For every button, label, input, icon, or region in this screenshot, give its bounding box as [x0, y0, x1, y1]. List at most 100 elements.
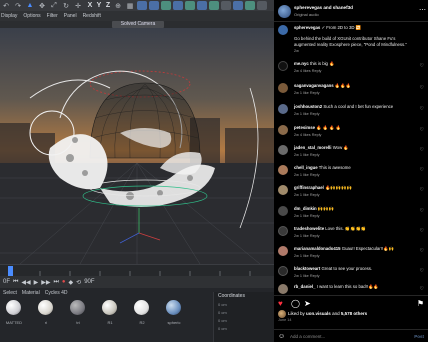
menu-filter[interactable]: Filter — [47, 13, 58, 19]
heart-icon[interactable]: ♥ — [278, 299, 283, 308]
menu-options[interactable]: Options — [23, 13, 40, 19]
avatar[interactable] — [278, 5, 291, 18]
rotate-tool-icon[interactable]: ↻ — [60, 0, 72, 11]
comment-user[interactable]: griffinsraphael — [294, 185, 324, 190]
comment-icon[interactable]: ◯ — [291, 299, 300, 308]
material-swatch[interactable] — [38, 300, 53, 315]
comment-user[interactable]: blacktoweart — [294, 266, 320, 271]
redo-icon[interactable]: ↷ — [12, 0, 24, 11]
like-heart-icon[interactable]: ♡ — [420, 187, 424, 193]
like-heart-icon[interactable]: ♡ — [420, 147, 424, 153]
record-button[interactable]: ● — [62, 279, 66, 285]
avatar[interactable] — [278, 145, 288, 155]
x-axis-toggle[interactable]: X — [86, 2, 94, 9]
last-frame-button[interactable]: ⏭ — [54, 279, 59, 286]
material-swatch[interactable] — [102, 300, 117, 315]
avatar[interactable] — [278, 61, 288, 71]
scale-tool-icon[interactable]: ⤢ — [48, 0, 60, 11]
comment-input[interactable]: Add a comment... — [290, 334, 325, 339]
avatar[interactable] — [278, 284, 288, 294]
loop-button[interactable]: ⟲ — [76, 279, 81, 286]
render-view-icon[interactable]: ▦ — [124, 0, 136, 11]
likes-count[interactable]: 5,578 others — [341, 311, 367, 316]
comment-user[interactable]: marianamaldonado415 — [294, 246, 341, 251]
coord-value[interactable]: 0 cm — [218, 326, 227, 331]
avatar[interactable] — [278, 104, 288, 114]
like-heart-icon[interactable]: ♡ — [420, 268, 424, 274]
like-heart-icon[interactable]: ♡ — [420, 286, 424, 292]
coord-value[interactable]: 0 cm — [218, 310, 227, 315]
like-heart-icon[interactable]: ♡ — [420, 127, 424, 133]
like-heart-icon[interactable]: ♡ — [420, 106, 424, 112]
comment-user[interactable]: jaden_stal_morelli — [294, 145, 332, 150]
avatar[interactable] — [278, 25, 288, 35]
material-swatch[interactable] — [70, 300, 85, 315]
comment-user[interactable]: joshhouston2 — [294, 104, 322, 109]
z-axis-toggle[interactable]: Z — [104, 2, 112, 9]
floor-icon[interactable] — [221, 1, 231, 10]
avatar[interactable] — [278, 185, 288, 195]
transform-tool-icon[interactable]: ✛ — [72, 0, 84, 11]
avatar[interactable] — [278, 83, 288, 93]
likes-summary[interactable]: Liked by uon.visuals and 5,578 others — [288, 311, 367, 316]
avatar[interactable] — [278, 310, 286, 318]
comment-user[interactable]: rb_daniel_ — [294, 284, 316, 289]
bookmark-icon[interactable]: ⚑ — [417, 299, 424, 308]
next-key-button[interactable]: ▶▶ — [41, 279, 50, 286]
coord-value[interactable]: 0 cm — [218, 302, 227, 307]
comment-user[interactable]: chell_ingue — [294, 165, 318, 170]
post-button[interactable]: Post — [414, 334, 424, 339]
undo-icon[interactable]: ↶ — [0, 0, 12, 11]
first-frame-button[interactable]: ⏮ — [13, 279, 18, 286]
comment-user[interactable]: saganvaganvagans — [294, 83, 334, 88]
material-swatch[interactable] — [134, 300, 149, 315]
like-heart-icon[interactable]: ♡ — [420, 228, 424, 234]
avatar[interactable] — [278, 226, 288, 236]
comment-user[interactable]: dm_dimkin — [294, 206, 317, 211]
material-swatch[interactable] — [6, 300, 21, 315]
like-heart-icon[interactable]: ♡ — [420, 85, 424, 91]
more-icon[interactable]: ⋯ — [419, 6, 426, 14]
sky-icon[interactable] — [257, 1, 267, 10]
emoji-icon[interactable]: ☺ — [278, 333, 285, 340]
comment-user[interactable]: petesimse — [294, 125, 315, 130]
like-heart-icon[interactable]: ♡ — [420, 167, 424, 173]
avatar[interactable] — [278, 266, 288, 276]
tab-select[interactable]: Select — [3, 290, 17, 296]
menu-panel[interactable]: Panel — [64, 13, 77, 19]
comment-user[interactable]: tradeshowelite — [294, 226, 324, 231]
like-heart-icon[interactable]: ♡ — [420, 63, 424, 69]
render-settings-icon[interactable] — [149, 1, 159, 10]
menu-display[interactable]: Display — [1, 13, 17, 19]
comment-user[interactable]: spherevegas — [294, 25, 320, 30]
post-author[interactable]: spherevegas and shanef3d — [294, 5, 353, 10]
prev-key-button[interactable]: ◀◀ — [21, 279, 30, 286]
like-heart-icon[interactable]: ♡ — [420, 248, 424, 254]
share-icon[interactable]: ➤ — [304, 299, 311, 308]
avatar[interactable] — [278, 246, 288, 256]
subdivision-icon[interactable] — [185, 1, 195, 10]
menu-redshift[interactable]: Redshift — [83, 13, 101, 19]
avatar[interactable] — [278, 125, 288, 135]
key-button[interactable]: ◆ — [69, 279, 74, 286]
likes-user[interactable]: uon.visuals — [306, 311, 331, 316]
tab-cycles[interactable]: Cycles 4D — [45, 290, 68, 296]
like-heart-icon[interactable]: ♡ — [420, 208, 424, 214]
play-button[interactable]: ▶ — [34, 279, 39, 286]
world-coords-icon[interactable]: ⊕ — [112, 0, 124, 11]
camera-label[interactable]: Solved Camera — [112, 21, 164, 28]
camera-icon[interactable] — [233, 1, 243, 10]
render-icon[interactable] — [137, 1, 147, 10]
avatar[interactable] — [278, 165, 288, 175]
light-icon[interactable] — [245, 1, 255, 10]
y-axis-toggle[interactable]: Y — [95, 2, 103, 9]
array-icon[interactable] — [197, 1, 207, 10]
move-tool-icon[interactable]: ✥ — [36, 0, 48, 11]
select-tool-icon[interactable]: ▲ — [24, 0, 36, 11]
audio-label[interactable]: Original audio — [294, 12, 319, 17]
comment-user[interactable]: me.nyc — [294, 61, 309, 66]
timeline-ruler[interactable] — [0, 264, 274, 277]
tab-material[interactable]: Material — [22, 290, 40, 296]
cube-icon[interactable] — [161, 1, 171, 10]
3d-viewport[interactable] — [0, 28, 274, 264]
